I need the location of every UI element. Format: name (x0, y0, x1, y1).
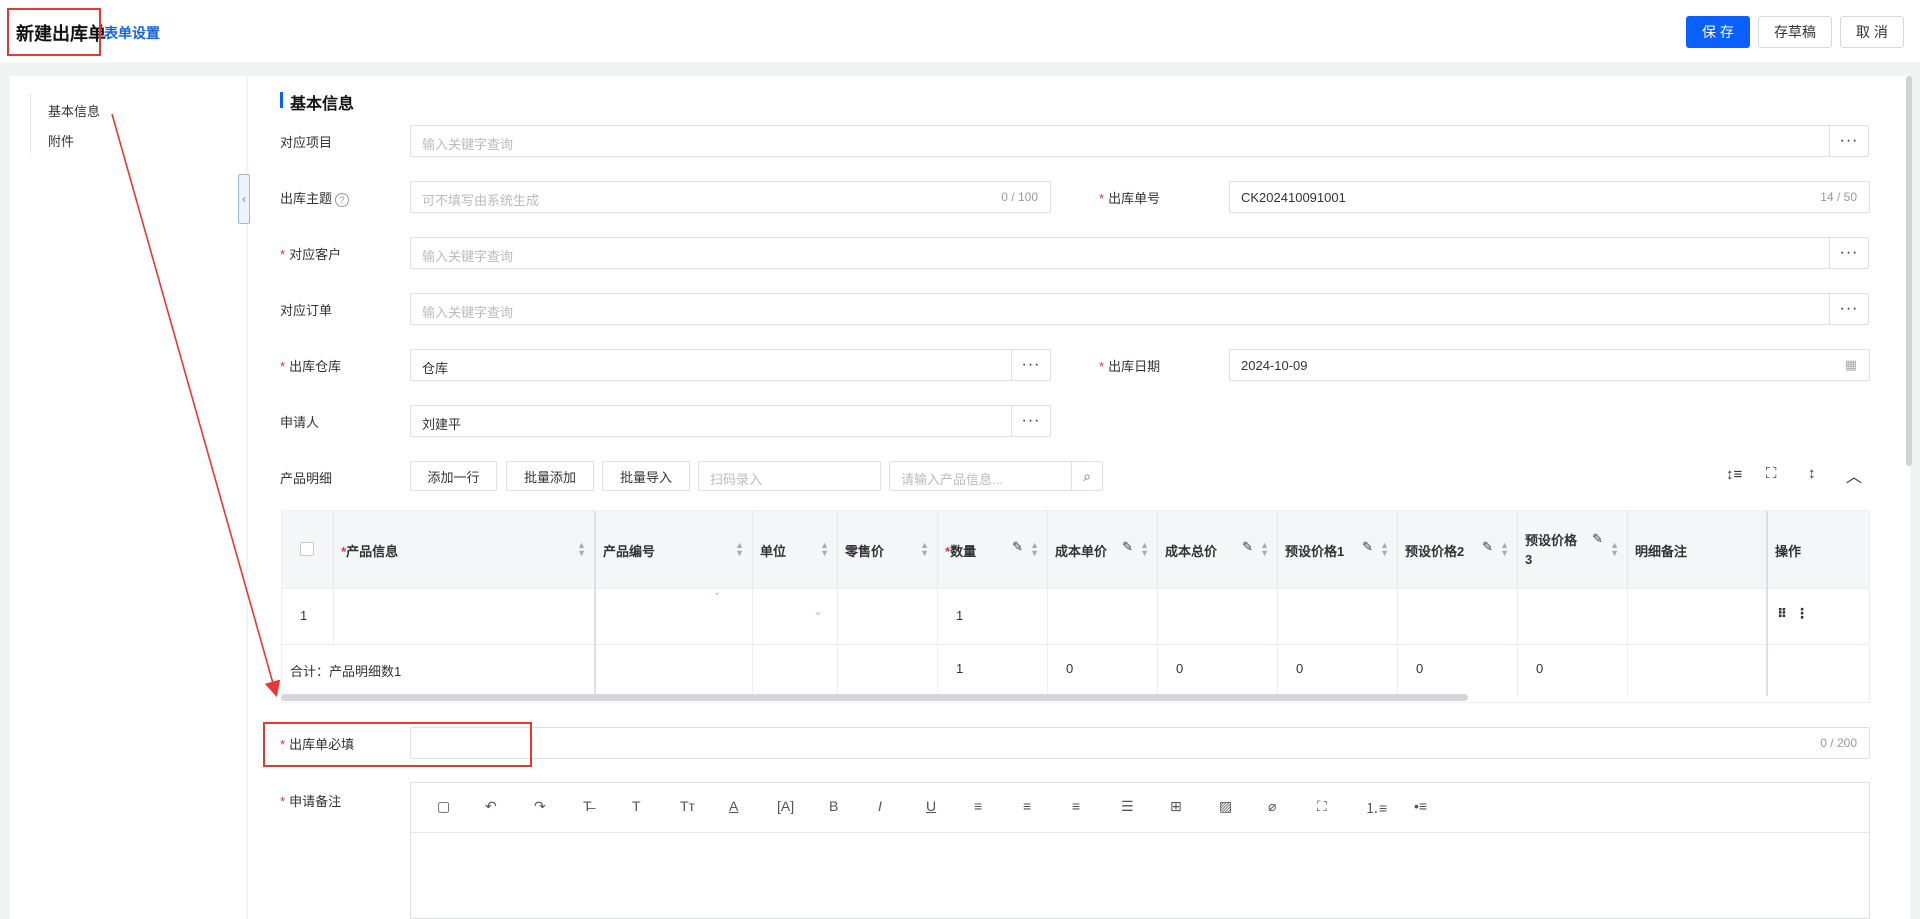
annotation-arrow (111, 113, 281, 698)
